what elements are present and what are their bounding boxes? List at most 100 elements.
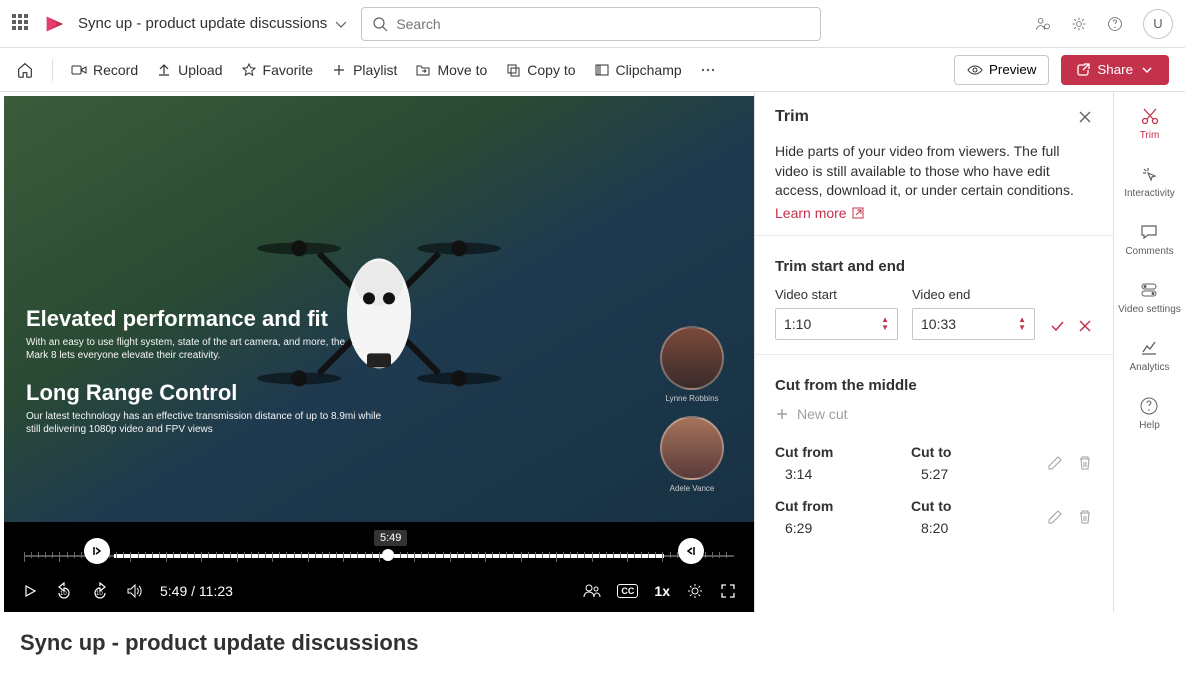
command-bar: Record Upload Favorite Playlist Move to … [0, 48, 1185, 92]
playlist-button[interactable]: Playlist [331, 62, 397, 78]
trim-start-handle[interactable] [84, 538, 110, 564]
rewind-10-icon[interactable]: 10 [54, 582, 74, 600]
video-player: Elevated performance and fit With an eas… [4, 96, 754, 612]
record-icon [71, 62, 87, 78]
time-bubble: 5:49 [374, 530, 407, 546]
trim-start-end-heading: Trim start and end [775, 258, 1093, 275]
cut-row: Cut from6:29 Cut to8:20 [775, 490, 1093, 544]
rail-video-settings[interactable]: Video settings [1118, 280, 1181, 316]
search-box[interactable] [361, 7, 821, 41]
document-title: Sync up - product update discussions [78, 15, 327, 32]
document-title-dropdown[interactable]: Sync up - product update discussions [78, 15, 349, 32]
play-icon[interactable] [22, 583, 38, 599]
main-content: Elevated performance and fit With an eas… [0, 92, 1185, 612]
scissors-icon [1140, 106, 1160, 126]
side-panel: Trim Hide parts of your video from viewe… [754, 92, 1185, 612]
cursor-click-icon [1139, 164, 1159, 184]
external-link-icon [851, 206, 865, 220]
clipchamp-button[interactable]: Clipchamp [594, 62, 682, 78]
gear-icon[interactable] [1071, 16, 1087, 32]
fullscreen-icon[interactable] [720, 583, 736, 599]
trim-timeline[interactable]: 5:49 [4, 522, 754, 570]
app-launcher-icon[interactable] [12, 14, 32, 34]
chart-icon [1139, 338, 1159, 358]
trim-description: Hide parts of your video from viewers. T… [775, 142, 1093, 201]
time-display: 5:49 / 11:23 [160, 583, 233, 599]
video-start-label: Video start [775, 287, 898, 302]
upload-icon [156, 62, 172, 78]
preview-button[interactable]: Preview [954, 55, 1049, 85]
cut-row: Cut from3:14 Cut to5:27 [775, 436, 1093, 490]
rail-comments[interactable]: Comments [1125, 222, 1173, 258]
plus-icon [331, 62, 347, 78]
home-icon[interactable] [16, 61, 34, 79]
participant-1: Lynne Robbins [660, 326, 724, 403]
forward-10-icon[interactable]: 10 [90, 582, 110, 600]
toggle-icon [1139, 280, 1159, 300]
folder-move-icon [415, 62, 431, 78]
copyto-button[interactable]: Copy to [505, 62, 575, 78]
edit-icon[interactable] [1047, 455, 1063, 471]
speed-button[interactable]: 1x [654, 583, 670, 599]
svg-text:10: 10 [60, 591, 67, 597]
rail-analytics[interactable]: Analytics [1129, 338, 1169, 374]
rail-help[interactable]: Help [1139, 396, 1160, 432]
video-start-input[interactable]: 1:10 ▲▼ [775, 308, 898, 340]
help-circle-icon [1139, 396, 1159, 416]
learn-more-link[interactable]: Learn more [775, 205, 865, 221]
search-input[interactable] [396, 16, 810, 32]
spinner-arrows[interactable]: ▲▼ [1018, 316, 1026, 332]
captions-icon[interactable]: CC [617, 584, 638, 598]
people-settings-icon[interactable] [1035, 16, 1051, 32]
settings-gear-icon[interactable] [686, 582, 704, 600]
plus-icon [775, 407, 789, 421]
delete-icon[interactable] [1077, 455, 1093, 471]
more-icon[interactable] [700, 62, 716, 78]
topbar: Sync up - product update discussions U [0, 0, 1185, 48]
help-icon[interactable] [1107, 16, 1123, 32]
user-avatar[interactable]: U [1143, 9, 1173, 39]
right-rail: Trim Interactivity Comments Video settin… [1113, 92, 1185, 612]
trim-end-handle[interactable] [678, 538, 704, 564]
trim-panel: Trim Hide parts of your video from viewe… [755, 92, 1113, 612]
chevron-down-icon [1139, 62, 1155, 78]
drone-graphic [249, 203, 509, 423]
timeline-ticks [24, 552, 734, 558]
share-button[interactable]: Share [1061, 55, 1169, 85]
upload-button[interactable]: Upload [156, 62, 222, 78]
chevron-down-icon [333, 16, 349, 32]
spinner-arrows[interactable]: ▲▼ [881, 316, 889, 332]
playhead[interactable] [382, 549, 394, 561]
volume-icon[interactable] [126, 583, 144, 599]
video-frame[interactable]: Elevated performance and fit With an eas… [4, 96, 754, 522]
favorite-button[interactable]: Favorite [241, 62, 314, 78]
check-icon[interactable] [1049, 318, 1065, 334]
rail-interactivity[interactable]: Interactivity [1124, 164, 1175, 200]
new-cut-button[interactable]: New cut [775, 406, 1093, 422]
people-icon[interactable] [583, 583, 601, 599]
search-icon [372, 16, 388, 32]
cancel-icon[interactable] [1077, 318, 1093, 334]
copy-icon [505, 62, 521, 78]
trim-title: Trim [775, 108, 809, 126]
moveto-button[interactable]: Move to [415, 62, 487, 78]
topbar-right: U [1035, 9, 1173, 39]
delete-icon[interactable] [1077, 509, 1093, 525]
video-end-label: Video end [912, 287, 1035, 302]
stream-logo-icon [44, 13, 66, 35]
edit-icon[interactable] [1047, 509, 1063, 525]
star-icon [241, 62, 257, 78]
comment-icon [1139, 222, 1159, 242]
video-end-input[interactable]: 10:33 ▲▼ [912, 308, 1035, 340]
participant-2: Adele Vance [660, 416, 724, 493]
share-icon [1075, 62, 1091, 78]
clipchamp-icon [594, 62, 610, 78]
cut-middle-heading: Cut from the middle [775, 377, 1093, 394]
video-controls: 10 10 5:49 / 11:23 CC 1x [4, 570, 754, 612]
record-button[interactable]: Record [71, 62, 138, 78]
page-title: Sync up - product update discussions [0, 612, 1185, 674]
eye-icon [967, 62, 983, 78]
close-icon[interactable] [1077, 109, 1093, 125]
rail-trim[interactable]: Trim [1140, 106, 1160, 142]
svg-text:10: 10 [96, 591, 103, 597]
